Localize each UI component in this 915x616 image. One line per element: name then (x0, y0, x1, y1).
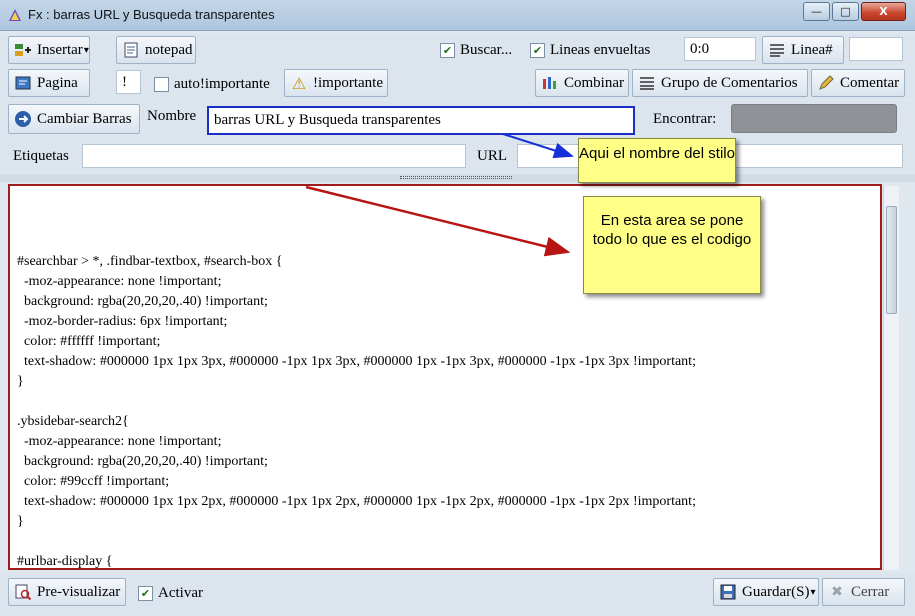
note-codigo: En esta area se pone todo lo que es el c… (583, 196, 761, 294)
note-nombre: Aqui el nombre del stilo (578, 138, 736, 183)
red-arrow (305, 185, 571, 257)
blue-arrow (502, 133, 574, 159)
annotation-arrows (305, 133, 574, 257)
